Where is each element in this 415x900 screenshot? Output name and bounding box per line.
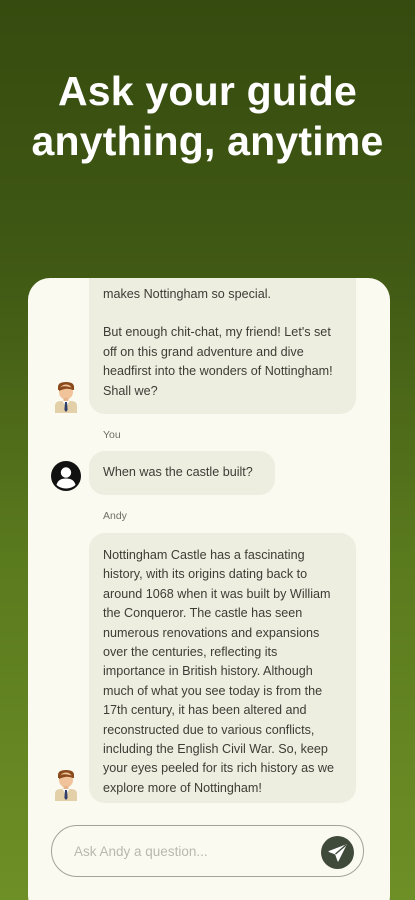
- headline: Ask your guide anything, anytime: [0, 66, 415, 166]
- guide-message-bubble: Nottingham Castle has a fascinating hist…: [89, 533, 356, 803]
- message-text: When was the castle built?: [103, 465, 253, 479]
- sender-label-you: You: [103, 429, 121, 441]
- message-text: Nottingham Castle has a fascinating hist…: [103, 548, 334, 795]
- question-input[interactable]: [74, 826, 294, 876]
- sender-label-andy: Andy: [103, 510, 127, 522]
- guide-message-bubble: makes Nottingham so special. But enough …: [89, 278, 356, 414]
- headline-line-1: Ask your guide: [58, 68, 357, 114]
- message-text: makes Nottingham so special.: [103, 287, 271, 301]
- message-text: But enough chit-chat, my friend! Let's s…: [103, 325, 333, 398]
- user-avatar-icon: [51, 461, 81, 491]
- guide-avatar-icon: [55, 382, 77, 413]
- headline-line-2: anything, anytime: [31, 118, 384, 164]
- send-icon: [328, 844, 347, 862]
- message-composer: [51, 825, 364, 877]
- chat-thread[interactable]: makes Nottingham so special. But enough …: [28, 278, 390, 818]
- guide-avatar-icon: [55, 770, 77, 801]
- chat-screen: makes Nottingham so special. But enough …: [28, 278, 390, 900]
- send-button[interactable]: [321, 836, 354, 869]
- user-message-bubble: When was the castle built?: [89, 451, 275, 495]
